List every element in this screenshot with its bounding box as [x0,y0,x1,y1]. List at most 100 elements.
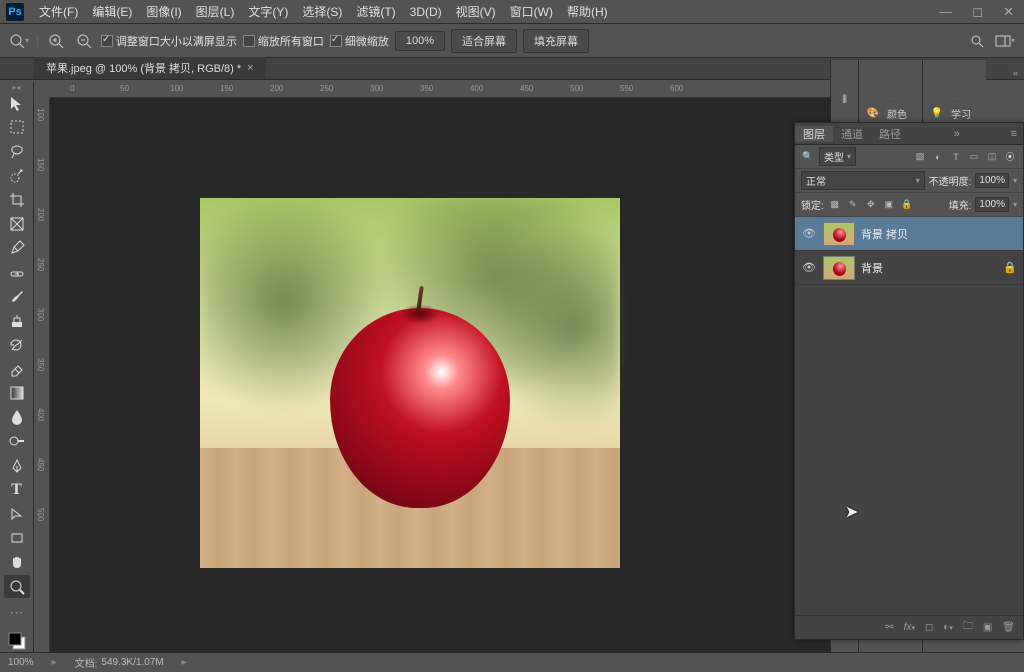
drag-handle-icon[interactable]: ▸◂ [12,86,20,90]
gradient-tool-icon[interactable] [4,382,30,404]
status-doc-label: 文档: [75,655,98,670]
fill-value[interactable]: 100% [975,197,1009,212]
checkbox-resize-window[interactable]: 调整窗口大小以满屏显示 [101,33,237,49]
ruler-horizontal[interactable]: 050100150200250300350400450500550600 [50,82,830,98]
workspace-switcher-icon[interactable]: ▾ [994,30,1016,52]
filter-adjust-icon[interactable]: ◐ [931,150,945,164]
menu-filter[interactable]: 滤镜(T) [349,3,402,20]
opacity-dropdown-icon[interactable]: ▾ [1013,176,1017,185]
layer-mask-icon[interactable]: ◻ [925,622,933,633]
fill-dropdown-icon[interactable]: ▾ [1013,200,1017,209]
rectangle-tool-icon[interactable] [4,527,30,549]
filter-toggle-icon[interactable]: ⦿ [1003,150,1017,164]
checkbox-fine-zoom[interactable]: 细微缩放 [330,33,389,49]
layer-visibility-icon[interactable]: 👁 [801,261,817,274]
panel-tab-layers[interactable]: 图层 [795,126,833,142]
lock-image-icon[interactable]: ✎ [846,198,860,212]
layer-visibility-icon[interactable]: 👁 [801,227,817,240]
type-tool-icon[interactable]: T [4,479,30,501]
panel-collapse-icon[interactable]: « [1013,68,1018,78]
eyedropper-tool-icon[interactable] [4,237,30,259]
document-tab[interactable]: 苹果.jpeg @ 100% (背景 拷贝, RGB/8) * × [34,56,266,79]
panel-collapse-icon[interactable]: » [948,128,966,140]
menu-edit[interactable]: 编辑(E) [85,3,139,20]
layer-group-icon[interactable]: 🗀 [963,619,973,636]
menu-select[interactable]: 选择(S) [295,3,349,20]
window-restore-icon[interactable]: ◻ [968,4,987,20]
filter-shape-icon[interactable]: ▭ [967,150,981,164]
menu-view[interactable]: 视图(V) [449,3,503,20]
menu-3d[interactable]: 3D(D) [403,5,449,19]
quick-select-tool-icon[interactable] [4,165,30,187]
opacity-value[interactable]: 100% [975,173,1009,188]
menu-type[interactable]: 文字(Y) [241,3,295,20]
layer-item[interactable]: 👁 背景 🔒 [795,251,1023,285]
lasso-tool-icon[interactable] [4,140,30,162]
crop-tool-icon[interactable] [4,189,30,211]
lock-all-icon[interactable]: 🔒 [900,198,914,212]
search-icon[interactable] [966,30,988,52]
layer-style-icon[interactable]: fx▾ [904,622,915,633]
checkbox-zoom-all[interactable]: 缩放所有窗口 [243,33,324,49]
layer-name[interactable]: 背景 [861,260,997,276]
layer-item[interactable]: 👁 背景 拷贝 [795,217,1023,251]
zoom-tool-icon[interactable] [4,575,30,597]
menu-layer[interactable]: 图层(L) [189,3,242,20]
layer-thumbnail[interactable] [823,222,855,246]
tool-preset-icon[interactable]: ▾ [8,30,30,52]
status-zoom-arrow-icon[interactable]: ▸ [52,657,57,668]
lock-artboard-icon[interactable]: ▣ [882,198,896,212]
clone-stamp-tool-icon[interactable] [4,310,30,332]
menu-window[interactable]: 窗口(W) [503,3,560,20]
canvas-area[interactable] [50,98,830,652]
panel-menu-icon[interactable]: ≡ [1005,128,1023,140]
menu-help[interactable]: 帮助(H) [560,3,615,20]
status-zoom[interactable]: 100% [8,657,34,668]
delete-layer-icon[interactable]: 🗑 [1002,622,1015,633]
window-minimize-icon[interactable]: — [935,4,956,20]
lock-transparency-icon[interactable]: ▩ [828,198,842,212]
adjustment-layer-icon[interactable]: ◐▾ [943,622,953,633]
window-close-icon[interactable]: ✕ [999,4,1018,20]
healing-brush-tool-icon[interactable] [4,261,30,283]
blend-mode-select[interactable]: 正常▾ [801,171,925,190]
frame-tool-icon[interactable] [4,213,30,235]
status-arrow-icon[interactable]: ▸ [182,657,187,668]
button-fill-screen[interactable]: 填充屏幕 [523,29,589,53]
zoom-out-icon[interactable] [73,30,95,52]
new-layer-icon[interactable]: ▣ [983,622,992,633]
eraser-tool-icon[interactable] [4,358,30,380]
blur-tool-icon[interactable] [4,406,30,428]
filter-search-icon[interactable]: 🔍 [801,150,815,164]
panel-tab-paths[interactable]: 路径 [871,126,909,142]
menu-file[interactable]: 文件(F) [32,3,85,20]
color-swatch-icon[interactable] [4,630,30,652]
ruler-vertical[interactable]: 100150200250300350400450500 [34,98,50,652]
layer-thumbnail[interactable] [823,256,855,280]
button-zoom-100[interactable]: 100% [395,31,445,51]
filter-type-icon[interactable]: T [949,150,963,164]
layer-name[interactable]: 背景 拷贝 [861,226,1017,242]
menu-image[interactable]: 图像(I) [139,3,188,20]
marquee-tool-icon[interactable] [4,116,30,138]
tab-close-icon[interactable]: × [247,62,253,74]
edit-toolbar-icon[interactable]: ⋯ [4,602,30,624]
button-fit-screen[interactable]: 适合屏幕 [451,29,517,53]
lock-position-icon[interactable]: ✥ [864,198,878,212]
panel-strip-icon[interactable]: ⦀ [842,94,847,107]
zoom-in-icon[interactable] [45,30,67,52]
history-brush-tool-icon[interactable] [4,334,30,356]
status-doc-size[interactable]: 549.3K/1.07M [101,657,163,668]
filter-smart-icon[interactable]: ◫ [985,150,999,164]
path-select-tool-icon[interactable] [4,503,30,525]
hand-tool-icon[interactable] [4,551,30,573]
pen-tool-icon[interactable] [4,455,30,477]
panel-tab-channels[interactable]: 通道 [833,126,871,142]
filter-pixel-icon[interactable]: ▧ [913,150,927,164]
layer-filter-kind[interactable]: 类型▾ [819,147,856,166]
brush-tool-icon[interactable] [4,285,30,307]
lock-label: 锁定: [801,197,824,212]
link-layers-icon[interactable]: ⚯ [885,622,893,633]
dodge-tool-icon[interactable] [4,430,30,452]
move-tool-icon[interactable] [4,92,30,114]
